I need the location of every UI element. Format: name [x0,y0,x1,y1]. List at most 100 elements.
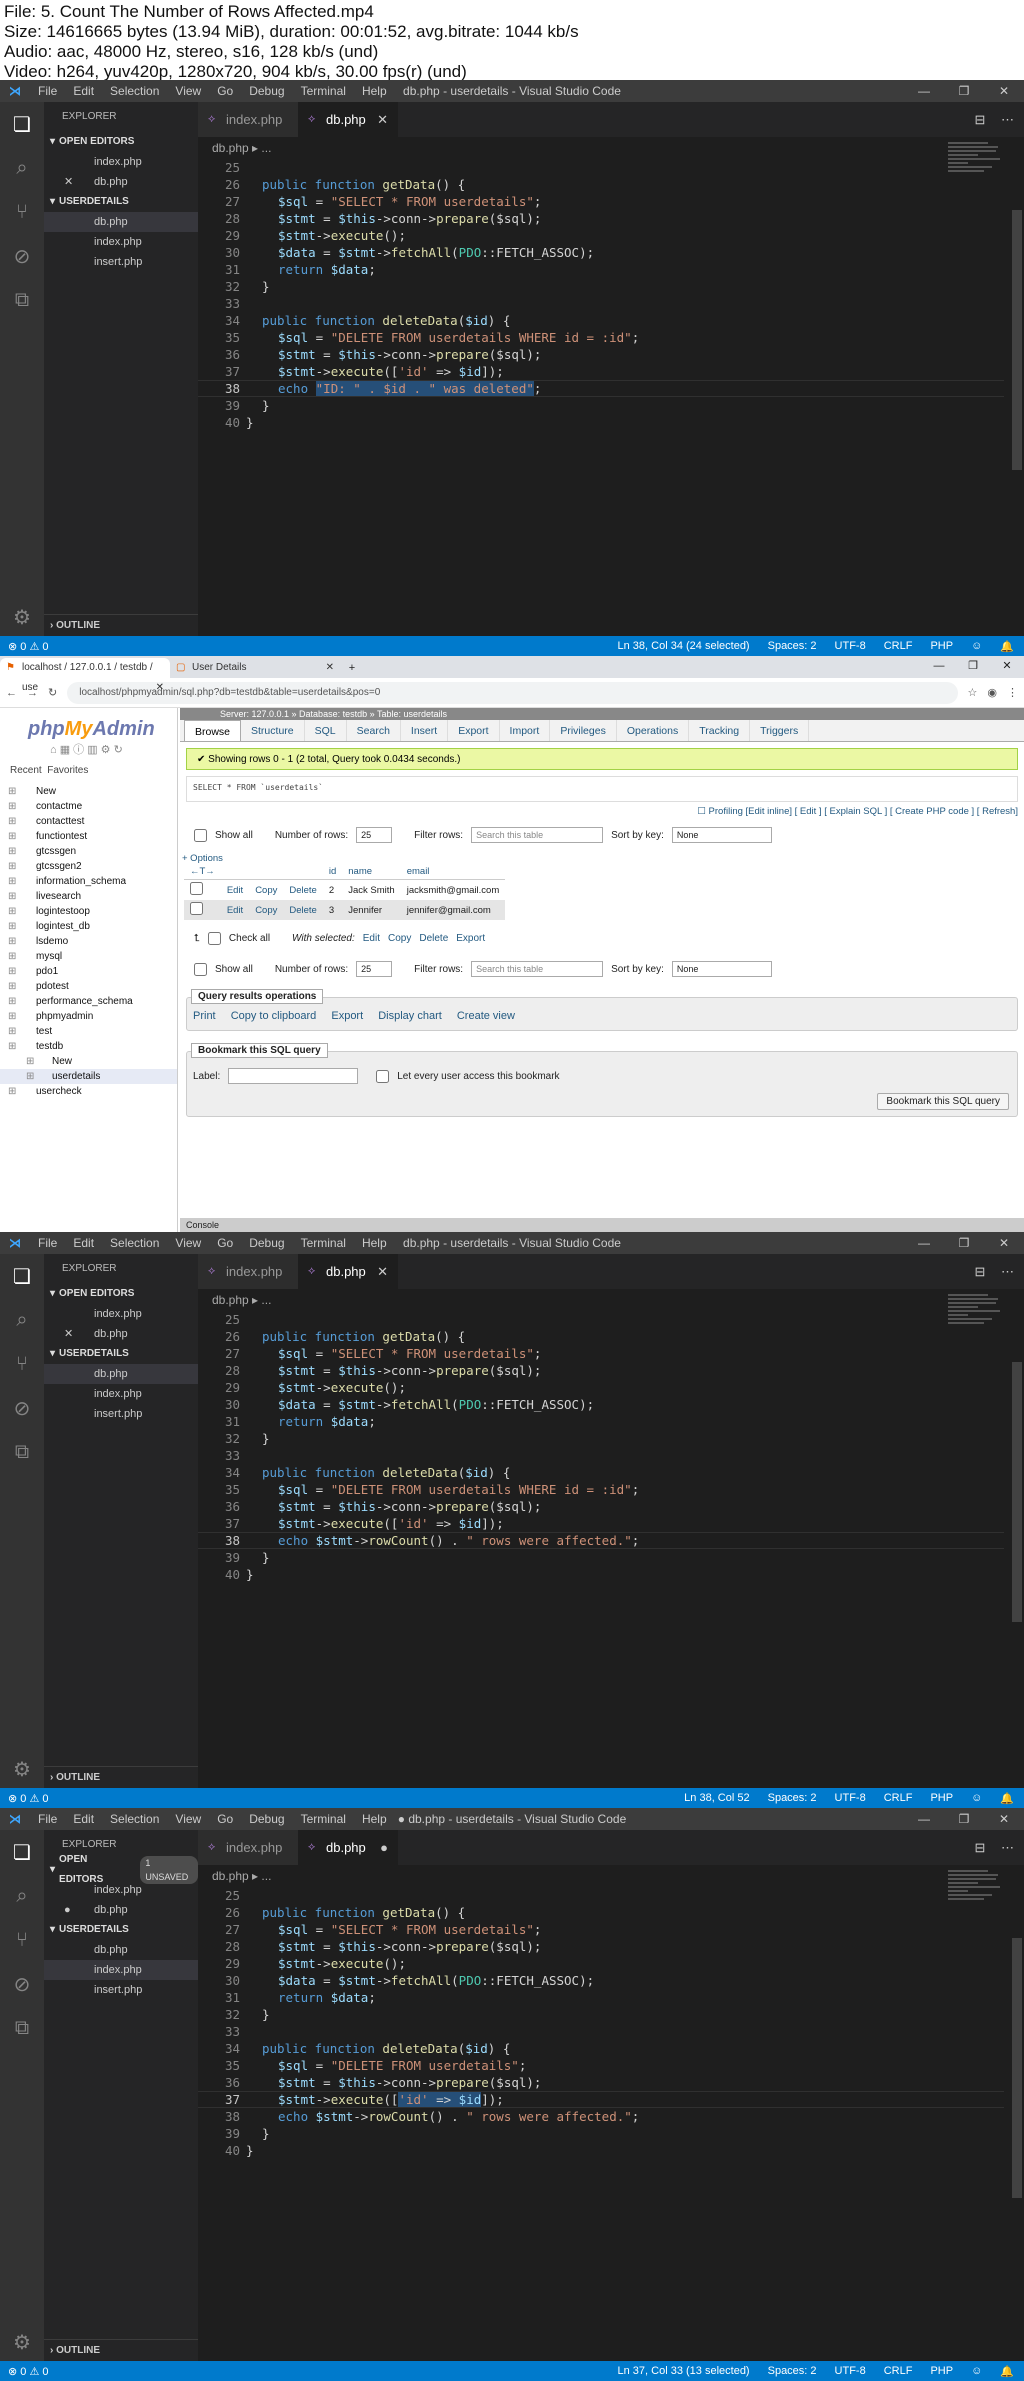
extension-icon[interactable]: ◉ [987,686,997,699]
bulk-export[interactable]: Export [456,933,485,944]
recent-link[interactable]: Recent [10,765,42,776]
open-editors-section[interactable]: ▾ OPEN EDITORS [44,132,198,152]
minimize-icon[interactable]: — [904,1232,944,1254]
tab-tracking[interactable]: Tracking [689,720,751,741]
menu-edit[interactable]: Edit [65,1812,102,1826]
database-item[interactable]: livesearch [0,889,177,904]
minimize-icon[interactable]: — [904,1808,944,1830]
editor-actions[interactable]: ⊟ ⋯ [974,1830,1014,1865]
search-icon[interactable]: ⌕ [0,1874,44,1918]
open-editor-item[interactable]: index.php [44,1304,198,1324]
menu-edit[interactable]: Edit [65,1236,102,1250]
bell-icon[interactable]: 🔔 [1000,2365,1014,2378]
display-chart-link[interactable]: Display chart [378,1010,442,1022]
tab-db[interactable]: ⟡ db.php ● [298,1830,398,1865]
col-header-name[interactable]: name [342,864,401,880]
extensions-icon[interactable]: ⧉ [0,1430,44,1474]
tab-sql[interactable]: SQL [305,720,347,741]
database-item[interactable]: gtcssgen [0,844,177,859]
extensions-icon[interactable]: ⧉ [0,278,44,322]
browser-tab-phpmyadmin[interactable]: ⚑ localhost / 127.0.0.1 / testdb / use ✕ [0,658,170,693]
edit-link[interactable]: Edit [221,880,249,901]
editor-actions[interactable]: ⊟ ⋯ [974,102,1014,137]
minimap[interactable] [948,140,1006,200]
menu-debug[interactable]: Debug [241,1812,292,1826]
restore-icon[interactable]: ❐ [944,80,984,102]
file-item[interactable]: index.php [44,232,198,252]
tab-operations[interactable]: Operations [617,720,690,741]
tab-import[interactable]: Import [500,720,551,741]
open-editor-item[interactable]: ✕ db.php [44,1324,198,1344]
eol[interactable]: CRLF [884,640,913,653]
console-bar[interactable]: Console [180,1218,1024,1232]
language[interactable]: PHP [930,1792,953,1805]
favorites-link[interactable]: Favorites [47,765,88,776]
git-icon[interactable]: ⑂ [0,1342,44,1386]
edit-link[interactable]: Edit [221,900,249,920]
table-item-userdetails[interactable]: userdetails [0,1069,177,1084]
feedback-icon[interactable]: ☺ [971,2365,982,2378]
menu-help[interactable]: Help [354,1812,395,1826]
copy-link[interactable]: Copy [249,880,283,901]
close-window-icon[interactable]: ✕ [984,80,1024,102]
files-icon[interactable]: ❏ [0,1830,44,1874]
menu-go[interactable]: Go [209,84,241,98]
tab-index[interactable]: ⟡ index.php [198,1830,298,1865]
code-editor[interactable]: 25 26 public function getData() { 27 $sql … [198,159,1004,431]
menu-go[interactable]: Go [209,1812,241,1826]
close-icon[interactable]: ✕ [326,658,334,678]
folder-section[interactable]: ▾ USERDETAILS [44,1344,198,1364]
filter-input[interactable]: Search this table [471,961,604,977]
menu-icon[interactable]: ⋮ [1007,686,1018,699]
tab-export[interactable]: Export [448,720,500,741]
menu-view[interactable]: View [167,1236,209,1250]
file-item[interactable]: db.php [44,1940,198,1960]
scrollbar[interactable] [1012,210,1022,470]
create-view-link[interactable]: Create view [457,1010,515,1022]
close-window-icon[interactable]: ✕ [984,1232,1024,1254]
feedback-icon[interactable]: ☺ [971,1792,982,1805]
debug-icon[interactable]: ⊘ [0,1386,44,1430]
tab-insert[interactable]: Insert [401,720,449,741]
database-item[interactable]: test [0,1024,177,1039]
search-icon[interactable]: ⌕ [0,1298,44,1342]
menu-debug[interactable]: Debug [241,1236,292,1250]
database-item[interactable]: logintestoop [0,904,177,919]
breadcrumb[interactable]: db.php ▸ ... [198,1865,271,1887]
bulk-edit[interactable]: Edit [363,933,380,944]
encoding[interactable]: UTF-8 [835,640,866,653]
server-breadcrumb[interactable]: Server: 127.0.0.1 » Database: testdb » T… [180,708,1024,720]
database-item[interactable]: information_schema [0,874,177,889]
outline-section[interactable]: › OUTLINE [44,1766,198,1788]
file-item[interactable]: insert.php [44,252,198,272]
close-window-icon[interactable]: ✕ [984,1808,1024,1830]
tab-db[interactable]: ⟡ db.php ✕ [298,1254,398,1289]
menu-file[interactable]: File [30,1236,65,1250]
open-editors-section[interactable]: ▾ OPEN EDITORS 1 UNSAVED [44,1854,198,1885]
close-icon[interactable]: ✕ [156,678,164,698]
row-checkbox[interactable] [190,882,203,895]
pma-logo[interactable]: phpMyAdmin [0,708,177,741]
col-header-id[interactable]: id [322,864,343,880]
database-item[interactable]: gtcssgen2 [0,859,177,874]
problems-count[interactable]: ⊗ 0 ⚠ 0 [0,2365,618,2378]
encoding[interactable]: UTF-8 [835,2365,866,2378]
language[interactable]: PHP [930,640,953,653]
reload-icon[interactable]: ↻ [48,686,57,699]
editor-actions[interactable]: ⊟ ⋯ [974,1254,1014,1289]
database-item[interactable]: testdb [0,1039,177,1054]
col-header-email[interactable]: email [400,864,506,880]
bookmark-label-input[interactable] [228,1068,359,1084]
bulk-delete[interactable]: Delete [419,933,448,944]
close-window-icon[interactable]: ✕ [990,656,1024,676]
browser-tab-userdetails[interactable]: ▢ User Details ✕ [170,658,340,678]
menu-file[interactable]: File [30,1812,65,1826]
open-editors-section[interactable]: ▾ OPEN EDITORS [44,1284,198,1304]
copy-link[interactable]: Copy [249,900,283,920]
menu-selection[interactable]: Selection [102,1236,167,1250]
delete-link[interactable]: Delete [283,900,322,920]
options-link[interactable]: + Options [182,853,1024,864]
restore-icon[interactable]: ❐ [956,656,990,676]
menu-terminal[interactable]: Terminal [293,1236,354,1250]
cursor-position[interactable]: Ln 37, Col 33 (13 selected) [618,2365,750,2378]
